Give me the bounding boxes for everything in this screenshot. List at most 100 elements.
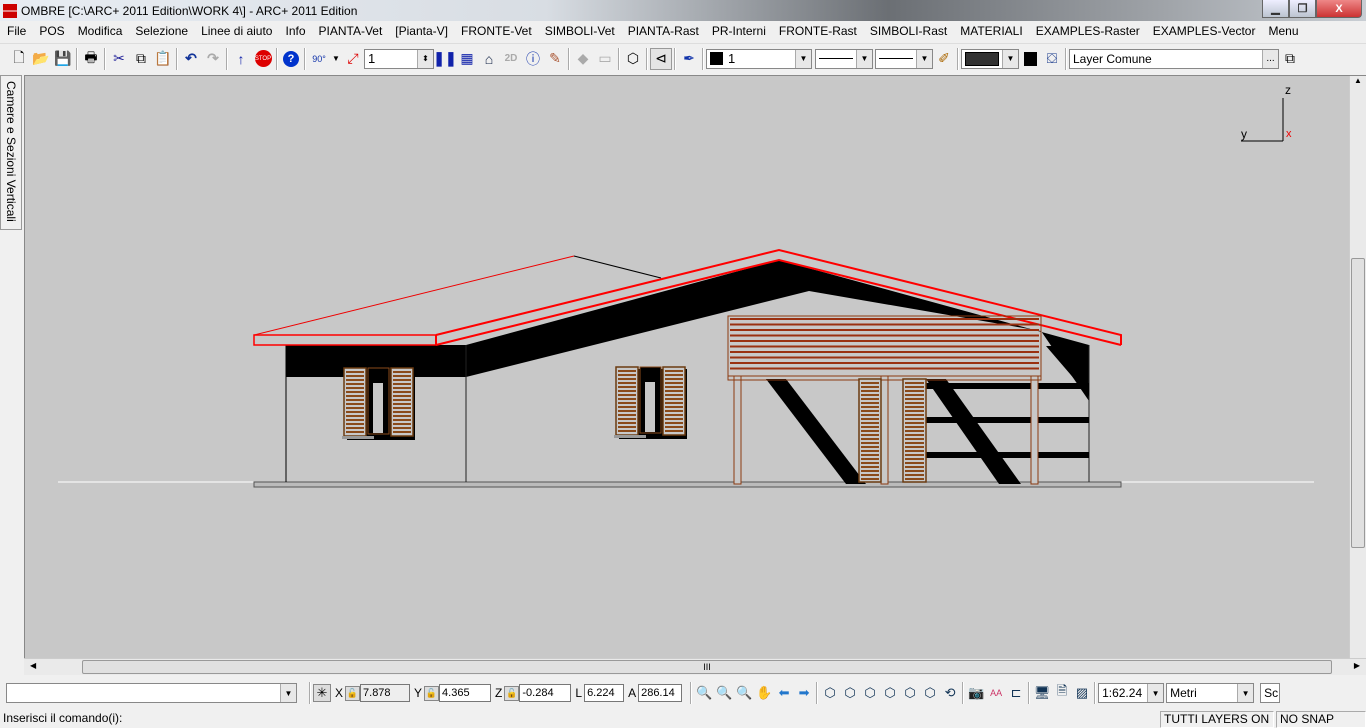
view-iso-icon[interactable]: ⬡ (920, 683, 940, 703)
linetype-select[interactable]: ▼ (815, 48, 873, 69)
info-plus-icon[interactable]: ⓘ (522, 48, 544, 70)
snap-status[interactable]: NO SNAP (1276, 711, 1366, 728)
lock-x-icon[interactable]: 🔓 (345, 685, 361, 701)
undo-icon[interactable]: ↶ (180, 48, 202, 70)
chevron-down-icon[interactable]: ▼ (795, 49, 811, 68)
help-icon[interactable]: ? (280, 48, 302, 70)
paste-icon[interactable]: 📋 (152, 48, 174, 70)
rotate-dropdown-icon[interactable]: ▼ (330, 48, 342, 70)
restore-button[interactable]: ❐ (1289, 0, 1316, 18)
spinner-icon[interactable]: ⬍ (417, 49, 433, 68)
2d-icon[interactable]: 2D (500, 48, 522, 70)
extra-select[interactable]: Sc (1260, 683, 1281, 703)
menu-file[interactable]: File (7, 24, 26, 38)
scroll-right-icon[interactable]: ▶ (1354, 661, 1360, 670)
save-icon[interactable]: 💾 (52, 48, 74, 70)
copy-icon[interactable]: ⧉ (130, 48, 152, 70)
document-icon[interactable]: 🗎 (1052, 683, 1072, 703)
horizontal-scrollbar[interactable]: ◀ III ▶ (24, 658, 1366, 675)
step-input[interactable]: 1 ⬍ (364, 48, 434, 69)
menu-selezione[interactable]: Selezione (135, 24, 188, 38)
menu-linee-di-aiuto[interactable]: Linee di aiuto (201, 24, 272, 38)
pan-hand-icon[interactable]: ✋ (754, 683, 774, 703)
menu-info[interactable]: Info (285, 24, 305, 38)
menu-pos[interactable]: POS (39, 24, 64, 38)
menu-pianta-vet[interactable]: PIANTA-Vet (319, 24, 383, 38)
house-icon[interactable]: ⌂ (478, 48, 500, 70)
new-file-icon[interactable]: 🗋 (8, 48, 30, 70)
menu-menu[interactable]: Menu (1268, 24, 1298, 38)
snap-star-button[interactable]: ✳ (313, 684, 331, 702)
redo-icon[interactable]: ↷ (202, 48, 224, 70)
menu-fronte-rast[interactable]: FRONTE-Rast (779, 24, 857, 38)
hatch-icon[interactable]: ▨ (1072, 683, 1092, 703)
next-view-icon[interactable]: ➡ (794, 683, 814, 703)
y-coordinate-field[interactable]: 4.365 (439, 684, 492, 702)
up-arrow-icon[interactable]: ↑ (230, 48, 252, 70)
pause-icon[interactable]: ❚❚ (433, 48, 456, 70)
angle-field[interactable]: 286.14 (638, 684, 683, 702)
scale-select[interactable]: 1:62.24 ▼ (1098, 683, 1165, 703)
view-left-icon[interactable]: ⬡ (880, 683, 900, 703)
menu-examples-vector[interactable]: EXAMPLES-Vector (1153, 24, 1256, 38)
layer-browse-button[interactable]: ... (1262, 49, 1278, 68)
zoom-out-icon[interactable]: 🔍 (714, 683, 734, 703)
chevron-down-icon[interactable]: ▼ (280, 684, 296, 702)
view-front-icon[interactable]: ⬡ (820, 683, 840, 703)
previous-view-icon[interactable]: ⬅ (774, 683, 794, 703)
chevron-down-icon[interactable]: ▼ (916, 49, 932, 68)
menu-pianta-rast[interactable]: PIANTA-Rast (628, 24, 699, 38)
vertical-scrollbar[interactable]: ▲ (1349, 76, 1366, 659)
dimension-icon[interactable]: ⊏ (1006, 683, 1026, 703)
menu-examples-raster[interactable]: EXAMPLES-Raster (1036, 24, 1140, 38)
layer-manager-icon[interactable]: ⧉ (1279, 48, 1301, 70)
stop-icon[interactable]: STOP (252, 48, 274, 70)
fill-disabled-icon[interactable]: ◆ (572, 48, 594, 70)
lock-z-icon[interactable]: 🔓 (504, 685, 520, 701)
cut-icon[interactable]: ✂ (108, 48, 130, 70)
grid-icon[interactable]: ▦ (456, 48, 478, 70)
minimize-button[interactable]: ▁ (1262, 0, 1289, 18)
paint-bucket-icon[interactable]: ⛋ (1041, 48, 1063, 70)
side-tab-vertical-sections[interactable]: Camere e Sezioni Verticali (0, 75, 22, 230)
menu-fronte-vet[interactable]: FRONTE-Vet (461, 24, 532, 38)
lock-y-icon[interactable]: 🔓 (424, 685, 440, 701)
menu-simboli-rast[interactable]: SIMBOLI-Rast (870, 24, 947, 38)
vertical-scroll-thumb[interactable] (1351, 258, 1365, 548)
zoom-extents-icon[interactable]: 🔍 (734, 683, 754, 703)
text-style-icon[interactable]: AA (986, 683, 1006, 703)
view-back-icon[interactable]: ⬡ (860, 683, 880, 703)
color-select[interactable]: 1 ▼ (706, 48, 812, 69)
render-icon[interactable]: ✎ (544, 48, 566, 70)
units-select[interactable]: Metri ▼ (1166, 683, 1255, 703)
image-disabled-icon[interactable]: ▭ (594, 48, 616, 70)
view-right-icon[interactable]: ⬡ (840, 683, 860, 703)
length-field[interactable]: 6.224 (584, 684, 625, 702)
rotate-icon[interactable]: 90° (308, 48, 330, 70)
select-points-icon[interactable]: ⊲ (650, 47, 672, 70)
black-swatch-icon[interactable] (1019, 48, 1041, 70)
view-top-icon[interactable]: ⬡ (900, 683, 920, 703)
horizontal-scroll-thumb[interactable]: III (82, 660, 1332, 674)
command-history-select[interactable]: ▼ (6, 683, 297, 703)
drawing-canvas[interactable]: z y x ▲ (24, 75, 1366, 659)
view-rotate-icon[interactable]: ⟲ (940, 683, 960, 703)
menu-pianta-v[interactable]: [Pianta-V] (395, 24, 448, 38)
chevron-down-icon[interactable]: ▼ (1147, 684, 1164, 702)
chevron-down-icon[interactable]: ▼ (856, 49, 872, 68)
fill-color-select[interactable]: ▼ (961, 48, 1019, 69)
z-coordinate-field[interactable]: -0.284 (519, 684, 572, 702)
print-icon[interactable]: 🖶 (80, 48, 102, 70)
open-folder-icon[interactable]: 📂 (30, 48, 52, 70)
close-button[interactable]: X (1316, 0, 1362, 18)
layer-select[interactable]: Layer Comune... (1069, 48, 1279, 69)
menu-simboli-vet[interactable]: SIMBOLI-Vet (545, 24, 615, 38)
scroll-left-icon[interactable]: ◀ (30, 661, 36, 670)
menu-modifica[interactable]: Modifica (78, 24, 123, 38)
pen-icon[interactable]: ✐ (933, 48, 955, 70)
camera-icon[interactable]: 📷 (966, 683, 986, 703)
line-points-icon[interactable]: ⤢ (342, 48, 364, 70)
menu-pr-interni[interactable]: PR-Interni (712, 24, 766, 38)
zoom-window-icon[interactable]: 🔍 (694, 683, 714, 703)
lineweight-select[interactable]: ▼ (875, 48, 933, 69)
